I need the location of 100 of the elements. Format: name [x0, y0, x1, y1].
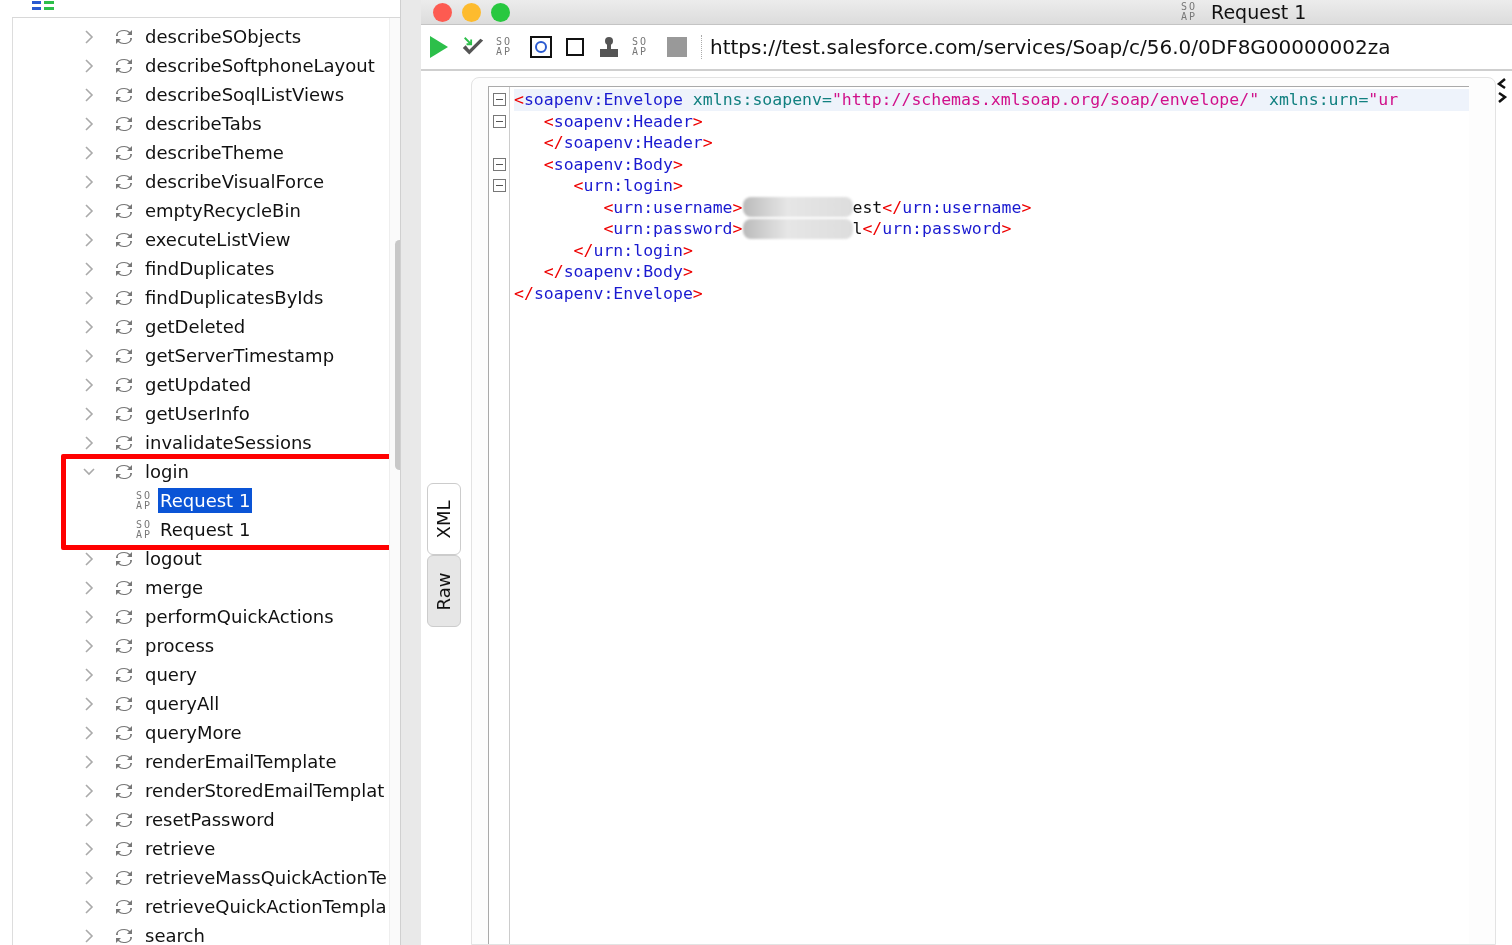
chevron-right-icon[interactable]: [83, 290, 95, 305]
tree-item[interactable]: findDuplicatesByIds: [143, 285, 326, 310]
code-token: </soapenv:Envelope>: [514, 283, 703, 303]
soap-icon: SO AP: [631, 37, 648, 57]
chevron-right-icon[interactable]: [83, 580, 95, 595]
tree-item[interactable]: retrieve: [143, 836, 218, 861]
chevron-right-icon[interactable]: [83, 841, 95, 856]
chevron-right-icon[interactable]: [83, 145, 95, 160]
chevron-right-icon[interactable]: [83, 638, 95, 653]
tree-item[interactable]: logout: [143, 546, 204, 571]
chevron-right-icon[interactable]: [83, 667, 95, 682]
code-token: <urn:password>: [602, 219, 743, 239]
tree-item[interactable]: resetPassword: [143, 807, 277, 832]
tree-item[interactable]: describeTabs: [143, 111, 264, 136]
chevron-right-icon[interactable]: [83, 609, 95, 624]
chevron-right-icon[interactable]: [83, 928, 95, 943]
tree-item[interactable]: invalidateSessions: [143, 430, 314, 455]
code-token: "ur: [1368, 90, 1399, 110]
tree-item[interactable]: query: [143, 662, 199, 687]
code-token: </urn:login>: [572, 240, 693, 260]
tree-item[interactable]: queryAll: [143, 691, 222, 716]
code-token: <soapenv:Envelope: [514, 90, 683, 110]
fold-icon[interactable]: [492, 114, 506, 128]
tree-item[interactable]: performQuickActions: [143, 604, 336, 629]
code-token: <soapenv:Header>: [542, 111, 703, 131]
tree-item[interactable]: login: [143, 459, 191, 484]
tree-item[interactable]: emptyRecycleBin: [143, 198, 303, 223]
tree-item[interactable]: describeSObjects: [143, 24, 304, 49]
tree-item[interactable]: describeVisualForce: [143, 169, 327, 194]
chevron-right-icon[interactable]: [83, 551, 95, 566]
url-field[interactable]: https://test.salesforce.com/services/Soap/c/56.0/0DF8G00000002za: [701, 35, 1391, 59]
tree-item[interactable]: describeSoqlListViews: [143, 82, 347, 107]
code-token: xmlns:urn=: [1268, 90, 1369, 110]
soap-icon: SO AP: [1181, 2, 1198, 22]
chevron-right-icon[interactable]: [83, 783, 95, 798]
tree-item[interactable]: findDuplicates: [143, 256, 277, 281]
tree-item[interactable]: executeListView: [143, 227, 293, 252]
code-token: </urn:password>: [862, 219, 1012, 239]
code-token: </soapenv:Body>: [542, 262, 693, 282]
chevron-right-icon[interactable]: [83, 377, 95, 392]
code-token: </urn:username>: [882, 197, 1032, 217]
list-icon[interactable]: [32, 0, 54, 12]
soap-icon: SO AP: [495, 37, 512, 57]
tree-item[interactable]: renderEmailTemplate: [143, 749, 339, 774]
code-token: <urn:login>: [572, 176, 683, 196]
chevron-right-icon[interactable]: [83, 232, 95, 247]
chevron-right-icon[interactable]: [83, 58, 95, 73]
chevron-right-icon[interactable]: [83, 174, 95, 189]
code-token: <soapenv:Body>: [542, 154, 683, 174]
chevron-right-icon[interactable]: [83, 348, 95, 363]
code-token: xmlns:soapenv=: [691, 90, 832, 110]
chevron-right-icon[interactable]: [83, 29, 95, 44]
stop-icon[interactable]: [666, 36, 688, 58]
tree-item[interactable]: retrieveMassQuickActionTe: [143, 865, 389, 890]
fold-icon[interactable]: [492, 157, 506, 171]
window-title: Request 1: [1211, 1, 1307, 23]
chevron-right-icon[interactable]: [83, 261, 95, 276]
minimize-icon[interactable]: [462, 2, 481, 22]
code-token: est: [852, 197, 883, 217]
chevron-right-icon[interactable]: [83, 754, 95, 769]
tree-item[interactable]: Request 1: [158, 517, 253, 542]
code-token: l: [852, 219, 863, 239]
tree-item[interactable]: renderStoredEmailTemplat: [143, 778, 387, 803]
tree-item[interactable]: getUserInfo: [143, 401, 252, 426]
play-icon[interactable]: [428, 34, 450, 60]
tree-item[interactable]: getDeleted: [143, 314, 248, 339]
tree-item[interactable]: describeTheme: [143, 140, 286, 165]
side-tab[interactable]: XML: [427, 483, 461, 555]
tree-item[interactable]: Request 1: [158, 488, 253, 513]
stamp-icon[interactable]: [599, 36, 619, 58]
tree-item[interactable]: queryMore: [143, 720, 244, 745]
tree-item[interactable]: process: [143, 633, 217, 658]
chevron-right-icon[interactable]: [83, 725, 95, 740]
chevron-right-icon[interactable]: [83, 870, 95, 885]
tree-item[interactable]: retrieveQuickActionTempla: [143, 894, 389, 919]
close-icon[interactable]: [433, 2, 452, 22]
soap-icon: SO AP: [136, 519, 153, 540]
square-icon[interactable]: [566, 38, 584, 56]
chevron-right-icon[interactable]: [83, 203, 95, 218]
code-token: <urn:username>: [602, 197, 743, 217]
chevron-right-icon[interactable]: [83, 899, 95, 914]
chevron-right-icon[interactable]: [83, 696, 95, 711]
chevron-right-icon[interactable]: [83, 812, 95, 827]
chevron-right-icon[interactable]: [83, 319, 95, 334]
chevron-right-icon[interactable]: [83, 435, 95, 450]
code-token: </soapenv:Header>: [542, 133, 713, 153]
chevron-right-icon[interactable]: [83, 87, 95, 102]
tree-item[interactable]: merge: [143, 575, 206, 600]
side-tab[interactable]: Raw: [427, 555, 461, 627]
fold-icon[interactable]: [492, 93, 506, 107]
tree-item[interactable]: search: [143, 923, 207, 945]
fold-icon[interactable]: [492, 179, 506, 193]
chevron-right-icon[interactable]: [83, 406, 95, 421]
zoom-icon[interactable]: [491, 2, 510, 22]
chevron-right-icon[interactable]: [83, 116, 95, 131]
tree-item[interactable]: describeSoftphoneLayout: [143, 53, 377, 78]
tree-item[interactable]: getServerTimestamp: [143, 343, 337, 368]
tree-item[interactable]: getUpdated: [143, 372, 254, 397]
nav-arrows-icon[interactable]: [1496, 77, 1508, 105]
code-token: "http://schemas.xmlsoap.org/soap/envelope/": [831, 90, 1260, 110]
